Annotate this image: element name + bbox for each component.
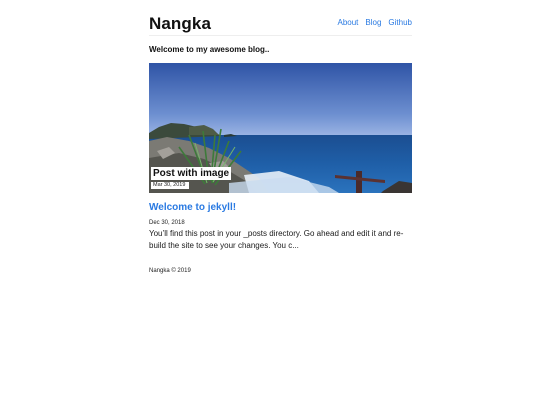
site-title[interactable]: Nangka: [149, 14, 211, 34]
nav-link-blog[interactable]: Blog: [365, 18, 381, 27]
featured-post-title[interactable]: Post with image: [151, 167, 232, 180]
featured-post-date: Mar 30, 2019: [151, 182, 189, 189]
featured-post-card[interactable]: Post with image Mar 30, 2019: [149, 63, 412, 193]
site-nav: About Blog Github: [338, 18, 413, 27]
post-date: Dec 30, 2018: [149, 220, 185, 226]
nav-link-github[interactable]: Github: [388, 18, 412, 27]
featured-post-caption: Post with image Mar 30, 2019: [151, 163, 232, 189]
post-excerpt: You’ll find this post in your _posts dir…: [149, 229, 404, 250]
site-footer: Nangka © 2019: [149, 268, 191, 274]
post-title-link[interactable]: Welcome to jekyll!: [149, 202, 236, 213]
site-header: Nangka About Blog Github: [149, 0, 412, 36]
page-container: Nangka About Blog Github Welcome to my a…: [149, 0, 412, 274]
nav-link-about[interactable]: About: [338, 18, 359, 27]
intro-text: Welcome to my awesome blog..: [149, 45, 270, 54]
